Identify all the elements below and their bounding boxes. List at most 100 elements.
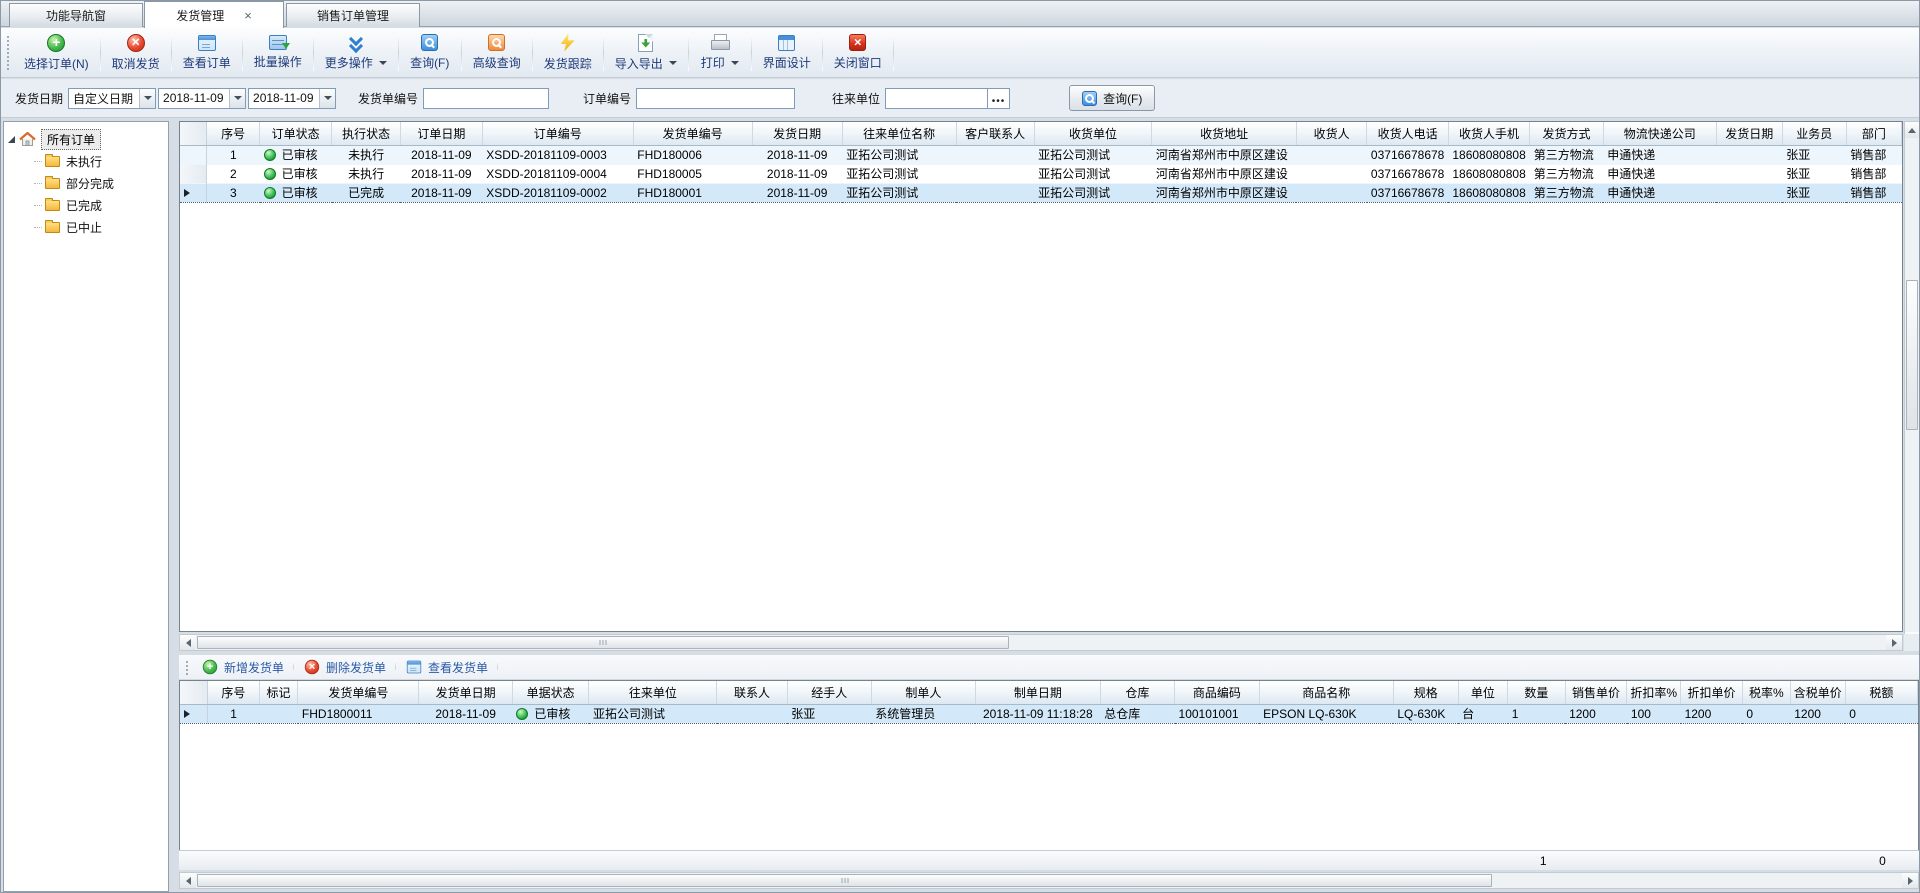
cell[interactable]: 已审核 (260, 145, 332, 164)
dropdown-arrow-icon[interactable] (731, 61, 739, 65)
column-header[interactable]: 经手人 (787, 681, 871, 704)
cell[interactable]: 河南省郑州市中原区建设 (1152, 183, 1297, 202)
tree-expander-icon[interactable] (8, 136, 15, 143)
cell[interactable]: 台 (1458, 704, 1508, 723)
column-header[interactable]: 规格 (1393, 681, 1458, 704)
cell[interactable]: 1 (208, 704, 260, 723)
cell[interactable]: 系统管理员 (871, 704, 975, 723)
cell[interactable]: 河南省郑州市中原区建设 (1152, 145, 1297, 164)
cell[interactable]: 申通快递 (1603, 183, 1716, 202)
cell[interactable]: 已审核 (512, 704, 589, 723)
tree-item-3[interactable]: 已中止 (4, 216, 168, 238)
column-header[interactable]: 往来单位 (589, 681, 717, 704)
cell[interactable]: 18608080808 (1448, 164, 1529, 183)
column-header[interactable]: 联系人 (717, 681, 787, 704)
cell[interactable] (1716, 145, 1782, 164)
column-header[interactable]: 部门 (1846, 122, 1901, 145)
column-header[interactable]: 仓库 (1100, 681, 1174, 704)
cell[interactable]: 第三方物流 (1530, 164, 1604, 183)
cancel-shipment-button[interactable]: 取消发货 (101, 28, 171, 77)
column-header[interactable]: 往来单位名称 (842, 122, 956, 145)
cell[interactable]: 亚拓公司测试 (589, 704, 717, 723)
cell[interactable]: 亚拓公司测试 (1034, 145, 1152, 164)
cell[interactable]: 河南省郑州市中原区建设 (1152, 164, 1297, 183)
column-header[interactable]: 税率% (1742, 681, 1790, 704)
select-order-button[interactable]: 选择订单(N) (13, 28, 100, 77)
cell[interactable]: 销售部 (1846, 164, 1901, 183)
cell[interactable]: 2 (207, 164, 260, 183)
tab-sales-order-management[interactable]: 销售订单管理 (286, 3, 420, 27)
cell[interactable]: 亚拓公司测试 (1034, 164, 1152, 183)
cell[interactable]: FHD1800011 (298, 704, 419, 723)
row-gutter[interactable] (180, 145, 207, 164)
column-header[interactable]: 制单日期 (975, 681, 1100, 704)
cell[interactable]: EPSON LQ-630K (1259, 704, 1393, 723)
scroll-right-button[interactable] (1886, 635, 1902, 650)
cell[interactable] (259, 704, 298, 723)
column-header[interactable]: 制单人 (871, 681, 975, 704)
cell[interactable]: 已审核 (260, 183, 332, 202)
row-gutter[interactable] (180, 164, 207, 183)
column-header[interactable]: 发货方式 (1530, 122, 1604, 145)
cell[interactable]: 亚拓公司测试 (842, 183, 956, 202)
table-row[interactable]: 1已审核未执行2018-11-09XSDD-20181109-0003FHD18… (180, 145, 1902, 164)
scroll-left-button[interactable] (180, 873, 196, 888)
column-header[interactable]: 订单日期 (400, 122, 482, 145)
delete-shipment-button[interactable]: 删除发货单 (294, 655, 395, 679)
cell[interactable]: 亚拓公司测试 (842, 145, 956, 164)
cell[interactable] (956, 164, 1034, 183)
cell[interactable] (1296, 164, 1367, 183)
cell[interactable]: 1200 (1681, 704, 1743, 723)
cell[interactable]: FHD180001 (633, 183, 752, 202)
cell[interactable]: 3 (207, 183, 260, 202)
hscroll-thumb[interactable] (197, 874, 1492, 887)
shipment-tracking-button[interactable]: 发货跟踪 (533, 28, 603, 77)
column-header[interactable]: 收货人 (1296, 122, 1367, 145)
column-header[interactable]: 订单状态 (260, 122, 332, 145)
column-header[interactable]: 收货地址 (1152, 122, 1297, 145)
cell[interactable]: 亚拓公司测试 (1034, 183, 1152, 202)
tree-root-all-orders[interactable]: 所有订单 (4, 128, 168, 150)
column-header[interactable]: 执行状态 (332, 122, 401, 145)
vscroll-thumb[interactable] (1906, 280, 1918, 430)
cell[interactable] (717, 704, 787, 723)
cell[interactable] (1296, 145, 1367, 164)
column-header[interactable]: 物流快递公司 (1603, 122, 1716, 145)
filter-query-button[interactable]: 查询(F) (1069, 85, 1155, 111)
date-to-picker[interactable]: 2018-11-09 (248, 88, 336, 109)
cell[interactable]: 0 (1845, 704, 1917, 723)
tree-root-label[interactable]: 所有订单 (41, 129, 101, 150)
batch-operations-button[interactable]: 批量操作 (243, 28, 313, 77)
column-header[interactable]: 客户联系人 (956, 122, 1034, 145)
cell[interactable]: 未执行 (332, 145, 401, 164)
cell[interactable] (1296, 183, 1367, 202)
cell[interactable]: 18608080808 (1448, 183, 1529, 202)
cell[interactable]: 销售部 (1846, 183, 1901, 202)
column-header[interactable]: 含税单价 (1790, 681, 1845, 704)
cell[interactable]: 张亚 (1782, 145, 1846, 164)
cell[interactable]: 总仓库 (1100, 704, 1174, 723)
cell[interactable]: 1 (1508, 704, 1565, 723)
column-header[interactable]: 标记 (259, 681, 298, 704)
more-operations-button[interactable]: 更多操作 (314, 28, 398, 77)
tree-item-0[interactable]: 未执行 (4, 150, 168, 172)
cell[interactable]: 2018-11-09 (752, 183, 842, 202)
cell[interactable]: 2018-11-09 (400, 145, 482, 164)
column-header[interactable]: 序号 (208, 681, 260, 704)
date-from-picker[interactable]: 2018-11-09 (158, 88, 246, 109)
cell[interactable]: 申通快递 (1603, 164, 1716, 183)
cell[interactable]: XSDD-20181109-0004 (482, 164, 633, 183)
view-shipment-button[interactable]: 查看发货单 (396, 655, 497, 679)
cell[interactable]: 未执行 (332, 164, 401, 183)
cell[interactable]: 张亚 (1782, 183, 1846, 202)
hscroll-thumb[interactable] (197, 636, 1009, 649)
row-gutter[interactable] (180, 704, 208, 723)
cell[interactable]: 2018-11-09 11:18:28 (975, 704, 1100, 723)
column-header[interactable]: 折扣率% (1627, 681, 1681, 704)
detail-grid-hscrollbar[interactable] (179, 872, 1919, 889)
cell[interactable]: 03716678678 (1367, 164, 1448, 183)
column-header[interactable]: 税额 (1845, 681, 1917, 704)
chevron-down-icon[interactable] (229, 89, 245, 108)
table-row[interactable]: 1FHD18000112018-11-09已审核亚拓公司测试张亚系统管理员201… (180, 704, 1918, 723)
orders-grid-hscrollbar[interactable] (179, 634, 1903, 651)
